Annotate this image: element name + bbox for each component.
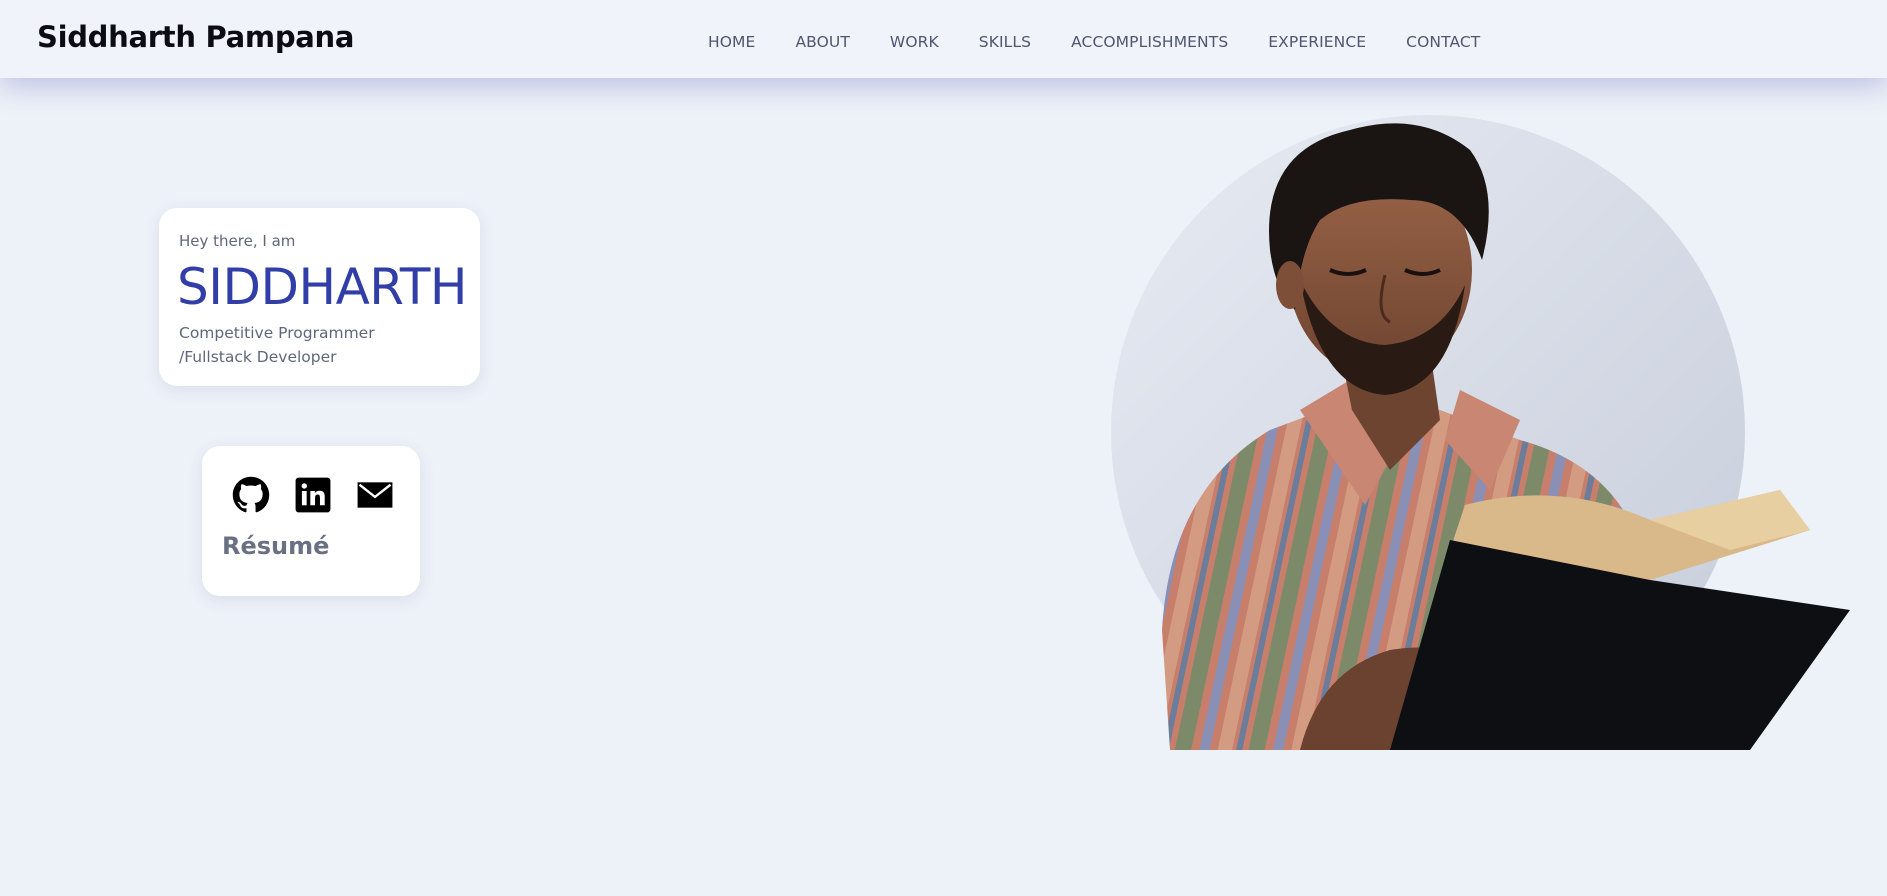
nav-home[interactable]: HOME bbox=[708, 33, 755, 51]
mail-icon[interactable] bbox=[356, 476, 394, 514]
resume-link[interactable]: Résumé bbox=[222, 532, 329, 560]
site-brand[interactable]: Siddharth Pampana bbox=[37, 20, 354, 54]
greeting-text: Hey there, I am bbox=[179, 232, 296, 250]
github-icon[interactable] bbox=[232, 476, 270, 514]
nav-contact[interactable]: CONTACT bbox=[1406, 33, 1480, 51]
role-line-1: Competitive Programmer bbox=[179, 324, 375, 342]
nav-experience[interactable]: EXPERIENCE bbox=[1268, 33, 1366, 51]
nav-skills[interactable]: SKILLS bbox=[979, 33, 1031, 51]
role-text: Competitive Programmer /Fullstack Develo… bbox=[179, 321, 469, 369]
links-card: Résumé bbox=[202, 446, 420, 596]
nav-work[interactable]: WORK bbox=[890, 33, 939, 51]
main-nav: HOME ABOUT WORK SKILLS ACCOMPLISHMENTS E… bbox=[708, 33, 1480, 51]
nav-about[interactable]: ABOUT bbox=[795, 33, 849, 51]
portrait-ear bbox=[1276, 261, 1304, 309]
hero-portrait bbox=[1111, 115, 1850, 750]
linkedin-icon[interactable] bbox=[294, 476, 332, 514]
social-links bbox=[232, 476, 394, 514]
top-navbar: Siddharth Pampana HOME ABOUT WORK SKILLS… bbox=[0, 0, 1887, 78]
nav-accomplishments[interactable]: ACCOMPLISHMENTS bbox=[1071, 33, 1228, 51]
intro-card: Hey there, I am SIDDHARTH Competitive Pr… bbox=[159, 208, 480, 386]
role-line-2: /Fullstack Developer bbox=[179, 348, 337, 366]
hero-name: SIDDHARTH bbox=[177, 258, 468, 316]
